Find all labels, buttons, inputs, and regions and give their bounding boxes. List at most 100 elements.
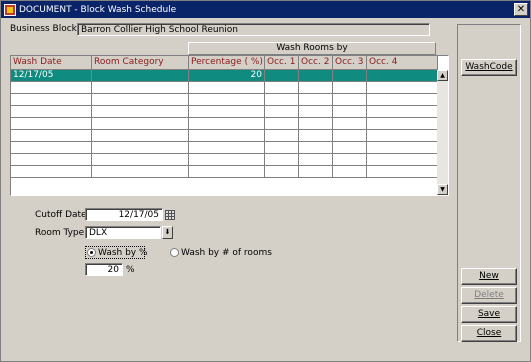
cell-percentage[interactable] — [189, 106, 265, 118]
cell-occ4[interactable] — [367, 166, 438, 178]
cell-wash-date[interactable] — [11, 130, 92, 142]
save-button[interactable]: Save — [461, 306, 517, 323]
cell-occ1[interactable] — [265, 154, 299, 166]
cell-occ3[interactable] — [333, 118, 367, 130]
cell-percentage[interactable]: 20 — [189, 70, 265, 82]
cell-occ2[interactable] — [299, 118, 333, 130]
percentage-input[interactable]: 20 — [85, 263, 123, 276]
cell-occ4[interactable] — [367, 142, 438, 154]
wash-by-rooms-label[interactable]: Wash by # of rooms — [181, 248, 272, 258]
cell-percentage[interactable] — [189, 82, 265, 94]
cell-occ2[interactable] — [299, 82, 333, 94]
cell-occ1[interactable] — [265, 166, 299, 178]
table-row[interactable] — [11, 82, 438, 94]
cell-occ3[interactable] — [333, 82, 367, 94]
cell-occ4[interactable] — [367, 154, 438, 166]
cell-occ4[interactable] — [367, 130, 438, 142]
cell-occ4[interactable] — [367, 94, 438, 106]
cell-wash-date[interactable]: 12/17/05 — [11, 70, 92, 82]
cell-occ2[interactable] — [299, 70, 333, 82]
cell-occ1[interactable] — [265, 82, 299, 94]
cell-occ2[interactable] — [299, 130, 333, 142]
cell-occ1[interactable] — [265, 142, 299, 154]
cell-percentage[interactable] — [189, 142, 265, 154]
cell-room-category[interactable] — [92, 70, 189, 82]
title-bar: DOCUMENT - Block Wash Schedule ✕ — [1, 1, 530, 18]
cell-occ2[interactable] — [299, 154, 333, 166]
table-row[interactable] — [11, 154, 438, 166]
cell-occ2[interactable] — [299, 142, 333, 154]
col-room-category[interactable]: Room Category — [92, 56, 189, 70]
cell-percentage[interactable] — [189, 94, 265, 106]
cell-room-category[interactable] — [92, 142, 189, 154]
room-type-input[interactable]: DLX — [85, 226, 161, 239]
scroll-down-icon[interactable]: ▼ — [437, 184, 448, 195]
grid-scrollbar[interactable]: ▲ ▼ — [437, 70, 448, 195]
cell-percentage[interactable] — [189, 118, 265, 130]
cell-percentage[interactable] — [189, 154, 265, 166]
cell-room-category[interactable] — [92, 106, 189, 118]
cell-wash-date[interactable] — [11, 154, 92, 166]
cell-wash-date[interactable] — [11, 118, 92, 130]
new-button[interactable]: New — [461, 268, 517, 285]
close-window-button[interactable]: ✕ — [514, 3, 528, 16]
cell-wash-date[interactable] — [11, 82, 92, 94]
cell-room-category[interactable] — [92, 118, 189, 130]
cell-wash-date[interactable] — [11, 94, 92, 106]
wash-by-percent-label[interactable]: Wash by % — [98, 248, 148, 258]
cell-occ3[interactable] — [333, 154, 367, 166]
wash-by-percent-radio[interactable] — [87, 248, 96, 257]
col-occ4[interactable]: Occ. 4 — [367, 56, 438, 70]
cell-occ1[interactable] — [265, 94, 299, 106]
cell-occ1[interactable] — [265, 70, 299, 82]
col-percentage[interactable]: Percentage ( %) — [189, 56, 265, 70]
cell-occ4[interactable] — [367, 82, 438, 94]
grid-body: 12/17/05 20 — [11, 70, 438, 178]
close-button[interactable]: Close — [461, 325, 517, 342]
cell-occ1[interactable] — [265, 118, 299, 130]
cell-occ2[interactable] — [299, 94, 333, 106]
cell-occ3[interactable] — [333, 130, 367, 142]
cell-occ3[interactable] — [333, 106, 367, 118]
cell-percentage[interactable] — [189, 130, 265, 142]
table-row[interactable] — [11, 94, 438, 106]
table-row[interactable] — [11, 130, 438, 142]
cell-occ4[interactable] — [367, 70, 438, 82]
col-occ1[interactable]: Occ. 1 — [265, 56, 299, 70]
washcode-button[interactable]: WashCode — [461, 59, 517, 76]
cell-wash-date[interactable] — [11, 142, 92, 154]
cell-room-category[interactable] — [92, 166, 189, 178]
cell-occ4[interactable] — [367, 118, 438, 130]
table-row[interactable] — [11, 106, 438, 118]
cutoff-date-input[interactable]: 12/17/05 — [85, 208, 163, 221]
cell-occ3[interactable] — [333, 70, 367, 82]
cell-room-category[interactable] — [92, 94, 189, 106]
cell-percentage[interactable] — [189, 166, 265, 178]
table-row[interactable]: 12/17/05 20 — [11, 70, 438, 82]
room-type-dropdown-icon[interactable]: ⬇ — [162, 226, 173, 239]
cell-wash-date[interactable] — [11, 106, 92, 118]
cell-occ2[interactable] — [299, 106, 333, 118]
cell-occ3[interactable] — [333, 142, 367, 154]
delete-button[interactable]: Delete — [461, 287, 517, 304]
cell-occ3[interactable] — [333, 166, 367, 178]
cell-wash-date[interactable] — [11, 166, 92, 178]
table-row[interactable] — [11, 166, 438, 178]
cell-occ1[interactable] — [265, 106, 299, 118]
col-wash-date[interactable]: Wash Date — [11, 56, 92, 70]
scroll-up-icon[interactable]: ▲ — [437, 70, 448, 81]
wash-schedule-grid[interactable]: Wash Date Room Category Percentage ( %) … — [10, 55, 449, 196]
cell-room-category[interactable] — [92, 154, 189, 166]
cell-occ1[interactable] — [265, 130, 299, 142]
calendar-icon[interactable] — [164, 209, 176, 221]
cell-room-category[interactable] — [92, 130, 189, 142]
wash-by-rooms-radio[interactable] — [170, 248, 179, 257]
col-occ2[interactable]: Occ. 2 — [299, 56, 333, 70]
table-row[interactable] — [11, 142, 438, 154]
cell-room-category[interactable] — [92, 82, 189, 94]
cell-occ2[interactable] — [299, 166, 333, 178]
col-occ3[interactable]: Occ. 3 — [333, 56, 367, 70]
cell-occ4[interactable] — [367, 106, 438, 118]
table-row[interactable] — [11, 118, 438, 130]
cell-occ3[interactable] — [333, 94, 367, 106]
